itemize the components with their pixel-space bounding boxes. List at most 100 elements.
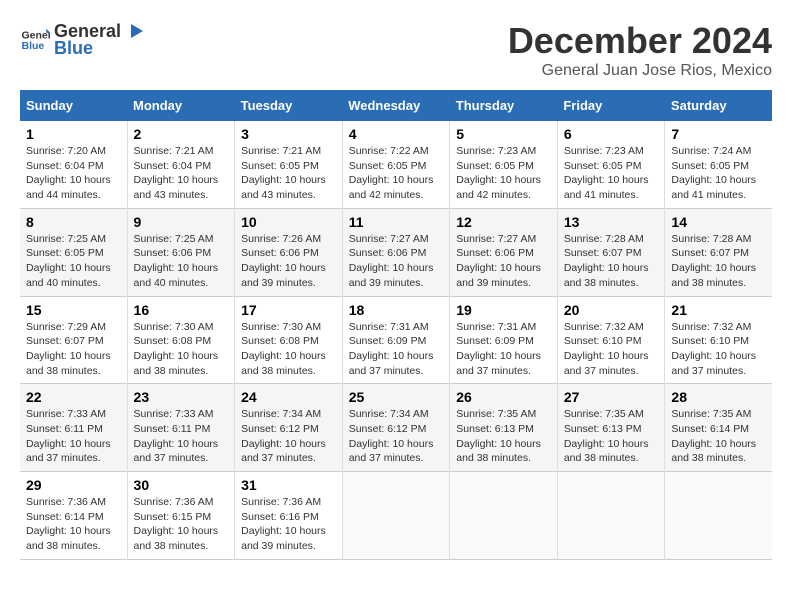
calendar-cell: 13Sunrise: 7:28 AMSunset: 6:07 PMDayligh… <box>557 208 665 296</box>
calendar-cell <box>557 472 665 560</box>
calendar-subtitle: General Juan Jose Rios, Mexico <box>508 62 772 80</box>
calendar-week-row: 22 Sunrise: 7:33 AMSunset: 6:11 PMDayligh… <box>20 384 772 472</box>
calendar-cell: 21 Sunrise: 7:32 AMSunset: 6:10 PMDayligh… <box>665 296 772 384</box>
calendar-cell: 27 Sunrise: 7:35 AMSunset: 6:13 PMDayligh… <box>557 384 665 472</box>
day-number: 22 <box>26 389 121 405</box>
day-info: Sunrise: 7:33 AMSunset: 6:11 PMDaylight:… <box>134 407 229 466</box>
calendar-cell: 10 Sunrise: 7:26 AMSunset: 6:06 PMDayligh… <box>235 208 343 296</box>
day-number: 21 <box>671 302 766 318</box>
calendar-cell: 30 Sunrise: 7:36 AMSunset: 6:15 PMDayligh… <box>127 472 235 560</box>
calendar-cell: 17 Sunrise: 7:30 AMSunset: 6:08 PMDayligh… <box>235 296 343 384</box>
day-info: Sunrise: 7:21 AMSunset: 6:05 PMDaylight:… <box>241 144 336 203</box>
calendar-week-row: 1 Sunrise: 7:20 AMSunset: 6:04 PMDaylight… <box>20 121 772 208</box>
calendar-cell: 19Sunrise: 7:31 AMSunset: 6:09 PMDayligh… <box>450 296 558 384</box>
day-info: Sunrise: 7:21 AMSunset: 6:04 PMDaylight:… <box>134 144 229 203</box>
day-number: 29 <box>26 477 121 493</box>
day-info: Sunrise: 7:20 AMSunset: 6:04 PMDaylight:… <box>26 144 121 203</box>
logo: General Blue General Blue <box>20 20 145 59</box>
day-number: 5 <box>456 126 551 142</box>
calendar-cell: 4Sunrise: 7:22 AMSunset: 6:05 PMDaylight… <box>342 121 450 208</box>
day-number: 24 <box>241 389 336 405</box>
day-info: Sunrise: 7:25 AMSunset: 6:06 PMDaylight:… <box>134 232 229 291</box>
calendar-cell: 25 Sunrise: 7:34 AMSunset: 6:12 PMDayligh… <box>342 384 450 472</box>
day-number: 2 <box>134 126 229 142</box>
day-info: Sunrise: 7:28 AMSunset: 6:07 PMDaylight:… <box>671 232 766 291</box>
day-info: Sunrise: 7:35 AMSunset: 6:13 PMDaylight:… <box>456 407 551 466</box>
page-container: General Blue General Blue December 2024 … <box>20 20 772 560</box>
day-info: Sunrise: 7:29 AMSunset: 6:07 PMDaylight:… <box>26 320 121 379</box>
day-number: 12 <box>456 214 551 230</box>
day-number: 15 <box>26 302 121 318</box>
day-info: Sunrise: 7:34 AMSunset: 6:12 PMDaylight:… <box>241 407 336 466</box>
day-info: Sunrise: 7:27 AMSunset: 6:06 PMDaylight:… <box>456 232 551 291</box>
day-info: Sunrise: 7:23 AMSunset: 6:05 PMDaylight:… <box>564 144 659 203</box>
calendar-cell: 2 Sunrise: 7:21 AMSunset: 6:04 PMDaylight… <box>127 121 235 208</box>
calendar-cell: 28 Sunrise: 7:35 AMSunset: 6:14 PMDayligh… <box>665 384 772 472</box>
day-info: Sunrise: 7:25 AMSunset: 6:05 PMDaylight:… <box>26 232 121 291</box>
calendar-cell: 8 Sunrise: 7:25 AMSunset: 6:05 PMDaylight… <box>20 208 127 296</box>
day-number: 18 <box>349 302 444 318</box>
day-info: Sunrise: 7:23 AMSunset: 6:05 PMDaylight:… <box>456 144 551 203</box>
calendar-week-row: 8 Sunrise: 7:25 AMSunset: 6:05 PMDaylight… <box>20 208 772 296</box>
day-info: Sunrise: 7:27 AMSunset: 6:06 PMDaylight:… <box>349 232 444 291</box>
day-number: 27 <box>564 389 659 405</box>
calendar-cell: 14 Sunrise: 7:28 AMSunset: 6:07 PMDayligh… <box>665 208 772 296</box>
day-info: Sunrise: 7:35 AMSunset: 6:13 PMDaylight:… <box>564 407 659 466</box>
day-number: 9 <box>134 214 229 230</box>
day-number: 30 <box>134 477 229 493</box>
header: General Blue General Blue December 2024 … <box>20 20 772 80</box>
day-number: 11 <box>349 214 444 230</box>
col-monday: Monday <box>127 90 235 121</box>
day-number: 20 <box>564 302 659 318</box>
day-info: Sunrise: 7:32 AMSunset: 6:10 PMDaylight:… <box>671 320 766 379</box>
calendar-cell: 16 Sunrise: 7:30 AMSunset: 6:08 PMDayligh… <box>127 296 235 384</box>
day-info: Sunrise: 7:26 AMSunset: 6:06 PMDaylight:… <box>241 232 336 291</box>
day-number: 10 <box>241 214 336 230</box>
day-info: Sunrise: 7:36 AMSunset: 6:16 PMDaylight:… <box>241 495 336 554</box>
day-info: Sunrise: 7:36 AMSunset: 6:14 PMDaylight:… <box>26 495 121 554</box>
day-number: 7 <box>671 126 766 142</box>
day-info: Sunrise: 7:22 AMSunset: 6:05 PMDaylight:… <box>349 144 444 203</box>
day-info: Sunrise: 7:36 AMSunset: 6:15 PMDaylight:… <box>134 495 229 554</box>
day-number: 3 <box>241 126 336 142</box>
day-number: 8 <box>26 214 121 230</box>
day-info: Sunrise: 7:24 AMSunset: 6:05 PMDaylight:… <box>671 144 766 203</box>
day-number: 17 <box>241 302 336 318</box>
day-number: 14 <box>671 214 766 230</box>
calendar-cell: 18 Sunrise: 7:31 AMSunset: 6:09 PMDayligh… <box>342 296 450 384</box>
logo-arrow-icon <box>123 20 145 42</box>
day-number: 13 <box>564 214 659 230</box>
calendar-cell: 20 Sunrise: 7:32 AMSunset: 6:10 PMDayligh… <box>557 296 665 384</box>
col-wednesday: Wednesday <box>342 90 450 121</box>
col-sunday: Sunday <box>20 90 127 121</box>
svg-text:Blue: Blue <box>22 40 45 52</box>
day-info: Sunrise: 7:30 AMSunset: 6:08 PMDaylight:… <box>241 320 336 379</box>
calendar-cell: 23Sunrise: 7:33 AMSunset: 6:11 PMDayligh… <box>127 384 235 472</box>
col-tuesday: Tuesday <box>235 90 343 121</box>
calendar-cell: 3 Sunrise: 7:21 AMSunset: 6:05 PMDaylight… <box>235 121 343 208</box>
calendar-week-row: 29 Sunrise: 7:36 AMSunset: 6:14 PMDayligh… <box>20 472 772 560</box>
col-thursday: Thursday <box>450 90 558 121</box>
day-number: 16 <box>134 302 229 318</box>
calendar-cell <box>450 472 558 560</box>
day-info: Sunrise: 7:32 AMSunset: 6:10 PMDaylight:… <box>564 320 659 379</box>
day-info: Sunrise: 7:31 AMSunset: 6:09 PMDaylight:… <box>349 320 444 379</box>
day-number: 28 <box>671 389 766 405</box>
logo-icon: General Blue <box>20 25 50 55</box>
calendar-title: December 2024 <box>508 20 772 62</box>
calendar-cell: 1 Sunrise: 7:20 AMSunset: 6:04 PMDaylight… <box>20 121 127 208</box>
calendar-cell: 29 Sunrise: 7:36 AMSunset: 6:14 PMDayligh… <box>20 472 127 560</box>
calendar-cell: 5 Sunrise: 7:23 AMSunset: 6:05 PMDaylight… <box>450 121 558 208</box>
day-info: Sunrise: 7:35 AMSunset: 6:14 PMDaylight:… <box>671 407 766 466</box>
day-number: 26 <box>456 389 551 405</box>
calendar-cell: 31Sunrise: 7:36 AMSunset: 6:16 PMDayligh… <box>235 472 343 560</box>
calendar-cell <box>342 472 450 560</box>
calendar-cell: 11 Sunrise: 7:27 AMSunset: 6:06 PMDayligh… <box>342 208 450 296</box>
day-number: 1 <box>26 126 121 142</box>
calendar-cell: 22Sunrise: 7:33 AMSunset: 6:11 PMDayligh… <box>20 384 127 472</box>
day-number: 6 <box>564 126 659 142</box>
day-info: Sunrise: 7:30 AMSunset: 6:08 PMDaylight:… <box>134 320 229 379</box>
day-info: Sunrise: 7:34 AMSunset: 6:12 PMDaylight:… <box>349 407 444 466</box>
day-number: 25 <box>349 389 444 405</box>
col-friday: Friday <box>557 90 665 121</box>
